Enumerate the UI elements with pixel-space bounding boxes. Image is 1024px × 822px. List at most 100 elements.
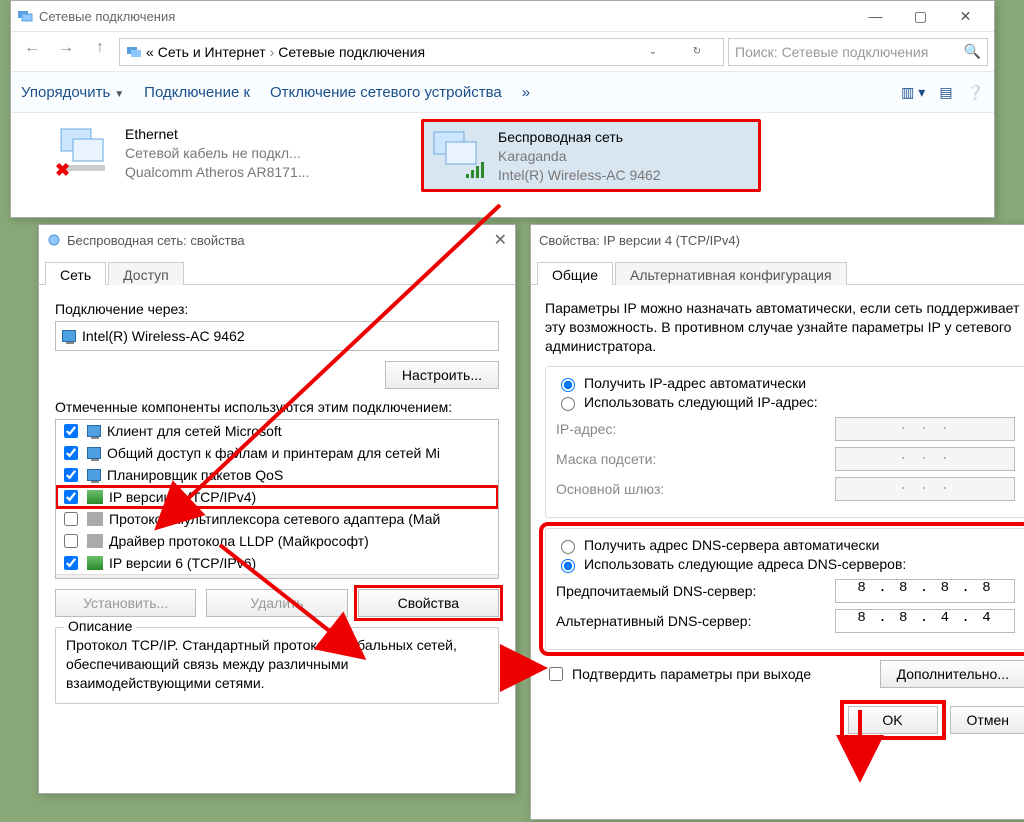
subnet-mask-input: . . . bbox=[835, 447, 1015, 471]
component-label: Протокол мультиплексора сетевого адаптер… bbox=[109, 511, 440, 527]
folder-icon bbox=[126, 44, 142, 60]
monitor-icon bbox=[87, 447, 101, 459]
horizontal-scrollbar[interactable] bbox=[56, 574, 498, 579]
gateway-label: Основной шлюз: bbox=[556, 481, 835, 497]
breadcrumb-sep: › bbox=[270, 44, 275, 60]
tab-network[interactable]: Сеть bbox=[45, 262, 106, 285]
breadcrumb-item[interactable]: Сетевые подключения bbox=[278, 44, 425, 60]
nav-back[interactable]: ← bbox=[17, 38, 47, 66]
adapter-ethernet[interactable]: ✖ Ethernet Сетевой кабель не подкл... Qu… bbox=[51, 119, 391, 192]
close-icon[interactable]: ✕ bbox=[494, 230, 507, 250]
minimize-button[interactable]: — bbox=[853, 2, 898, 30]
tab-access[interactable]: Доступ bbox=[108, 262, 184, 285]
radio-ip-manual[interactable]: Использовать следующий IP-адрес: bbox=[556, 394, 1015, 411]
tab-general[interactable]: Общие bbox=[537, 262, 613, 285]
component-checkbox[interactable] bbox=[64, 424, 78, 438]
component-checkbox[interactable] bbox=[64, 534, 78, 548]
dialog-titlebar: Свойства: IP версии 4 (TCP/IPv4) bbox=[531, 225, 1024, 255]
radio-ip-auto[interactable]: Получить IP-адрес автоматически bbox=[556, 375, 1015, 392]
radio-dns-auto[interactable]: Получить адрес DNS-сервера автоматически bbox=[556, 537, 1015, 554]
component-label: Клиент для сетей Microsoft bbox=[107, 423, 282, 439]
component-checkbox[interactable] bbox=[64, 468, 78, 482]
component-label: IP версии 6 (TCP/IPv6) bbox=[109, 555, 256, 571]
properties-button[interactable]: Свойства bbox=[358, 589, 499, 617]
command-bar: Упорядочить▼ Подключение к Отключение се… bbox=[11, 71, 994, 113]
ip-group: Получить IP-адрес автоматически Использо… bbox=[545, 366, 1024, 518]
dns2-input[interactable]: 8 . 8 . 4 . 4 bbox=[835, 609, 1015, 633]
breadcrumb-item[interactable]: Сеть и Интернет bbox=[158, 44, 266, 60]
adapter-box: Intel(R) Wireless-AC 9462 bbox=[55, 321, 499, 351]
component-checkbox[interactable] bbox=[64, 512, 78, 526]
monitor-icon bbox=[87, 469, 101, 481]
view-details-icon[interactable]: ▤ bbox=[939, 84, 952, 101]
protocol-icon bbox=[87, 556, 103, 570]
adapter-status: Сетевой кабель не подкл... bbox=[125, 144, 387, 163]
dns1-label: Предпочитаемый DNS-сервер: bbox=[556, 583, 835, 599]
configure-button[interactable]: Настроить... bbox=[385, 361, 499, 389]
dns-group: Получить адрес DNS-сервера автоматически… bbox=[545, 528, 1024, 650]
adapter-wireless[interactable]: Беспроводная сеть Karaganda Intel(R) Wir… bbox=[421, 119, 761, 192]
component-label: IP версии 4 (TCP/IPv4) bbox=[109, 489, 256, 505]
advanced-button[interactable]: Дополнительно... bbox=[880, 660, 1024, 688]
maximize-button[interactable]: ▢ bbox=[898, 2, 943, 30]
component-checkbox[interactable] bbox=[64, 490, 78, 504]
tabstrip: Общие Альтернативная конфигурация bbox=[531, 255, 1024, 285]
component-item[interactable]: Клиент для сетей Microsoft bbox=[56, 420, 498, 442]
component-checkbox[interactable] bbox=[64, 446, 78, 460]
adapter-properties-dialog: Беспроводная сеть: свойства ✕ Сеть Досту… bbox=[38, 224, 516, 794]
addr-dropdown[interactable]: ⌄ bbox=[633, 46, 673, 57]
component-item[interactable]: Драйвер протокола LLDP (Майкрософт) bbox=[56, 530, 498, 552]
ip-address-label: IP-адрес: bbox=[556, 421, 835, 437]
adapter-status: Karaganda bbox=[498, 147, 754, 166]
description-group: Описание Протокол TCP/IP. Стандартный пр… bbox=[55, 627, 499, 704]
more-commands[interactable]: » bbox=[522, 84, 530, 101]
gateway-input: . . . bbox=[835, 477, 1015, 501]
cancel-button[interactable]: Отмен bbox=[950, 706, 1024, 734]
organize-menu[interactable]: Упорядочить▼ bbox=[21, 84, 124, 101]
search-box[interactable]: Поиск: Сетевые подключения 🔍 bbox=[728, 38, 988, 66]
radio-dns-manual[interactable]: Использовать следующие адреса DNS-сервер… bbox=[556, 556, 1015, 573]
titlebar: Сетевые подключения — ▢ ✕ bbox=[11, 1, 994, 31]
connect-to-button[interactable]: Подключение к bbox=[144, 84, 250, 101]
components-list[interactable]: Клиент для сетей Microsoft Общий доступ к… bbox=[55, 419, 499, 579]
breadcrumb-prefix: « bbox=[146, 44, 154, 60]
adapter-device: Qualcomm Atheros AR8171... bbox=[125, 163, 387, 182]
search-placeholder: Поиск: Сетевые подключения bbox=[735, 44, 928, 60]
dialog-title: Свойства: IP версии 4 (TCP/IPv4) bbox=[539, 233, 740, 248]
remove-button[interactable]: Удалить bbox=[206, 589, 347, 617]
dialog-titlebar: Беспроводная сеть: свойства ✕ bbox=[39, 225, 515, 255]
help-icon[interactable]: ❔ bbox=[967, 84, 984, 101]
validate-checkbox[interactable] bbox=[549, 667, 563, 681]
install-button[interactable]: Установить... bbox=[55, 589, 196, 617]
close-button[interactable]: ✕ bbox=[943, 2, 988, 30]
disable-device-button[interactable]: Отключение сетевого устройства bbox=[270, 84, 502, 101]
wireless-icon bbox=[428, 126, 492, 182]
component-item[interactable]: Общий доступ к файлам и принтерам для се… bbox=[56, 442, 498, 464]
adapter-name: Беспроводная сеть bbox=[498, 128, 754, 147]
address-bar[interactable]: « Сеть и Интернет › Сетевые подключения … bbox=[119, 38, 724, 66]
component-item[interactable]: IP версии 4 (TCP/IPv4) bbox=[56, 486, 498, 508]
nav-up[interactable]: ↑ bbox=[85, 38, 115, 66]
view-layout-icon[interactable]: ▥ ▾ bbox=[901, 84, 925, 101]
component-checkbox[interactable] bbox=[64, 556, 78, 570]
window-title: Сетевые подключения bbox=[39, 9, 175, 24]
dns1-input[interactable]: 8 . 8 . 8 . 8 bbox=[835, 579, 1015, 603]
adapter-list: ✖ Ethernet Сетевой кабель не подкл... Qu… bbox=[11, 113, 994, 198]
monitor-icon bbox=[87, 425, 101, 437]
tab-alternate[interactable]: Альтернативная конфигурация bbox=[615, 262, 846, 285]
component-label: Общий доступ к файлам и принтерам для се… bbox=[107, 445, 440, 461]
subnet-mask-label: Маска подсети: bbox=[556, 451, 835, 467]
protocol-icon bbox=[87, 534, 103, 548]
component-item[interactable]: IP версии 6 (TCP/IPv6) bbox=[56, 552, 498, 574]
ok-button[interactable]: OK bbox=[848, 706, 938, 734]
description-title: Описание bbox=[64, 618, 136, 634]
tabstrip: Сеть Доступ bbox=[39, 255, 515, 285]
component-item[interactable]: Протокол мультиплексора сетевого адаптер… bbox=[56, 508, 498, 530]
nav-bar: ← → ↑ « Сеть и Интернет › Сетевые подклю… bbox=[11, 31, 994, 71]
nav-forward[interactable]: → bbox=[51, 38, 81, 66]
addr-refresh[interactable]: ↻ bbox=[677, 46, 717, 57]
adapter-icon bbox=[62, 330, 76, 342]
component-item[interactable]: Планировщик пакетов QoS bbox=[56, 464, 498, 486]
ip-address-input: . . . bbox=[835, 417, 1015, 441]
component-label: Планировщик пакетов QoS bbox=[107, 467, 283, 483]
